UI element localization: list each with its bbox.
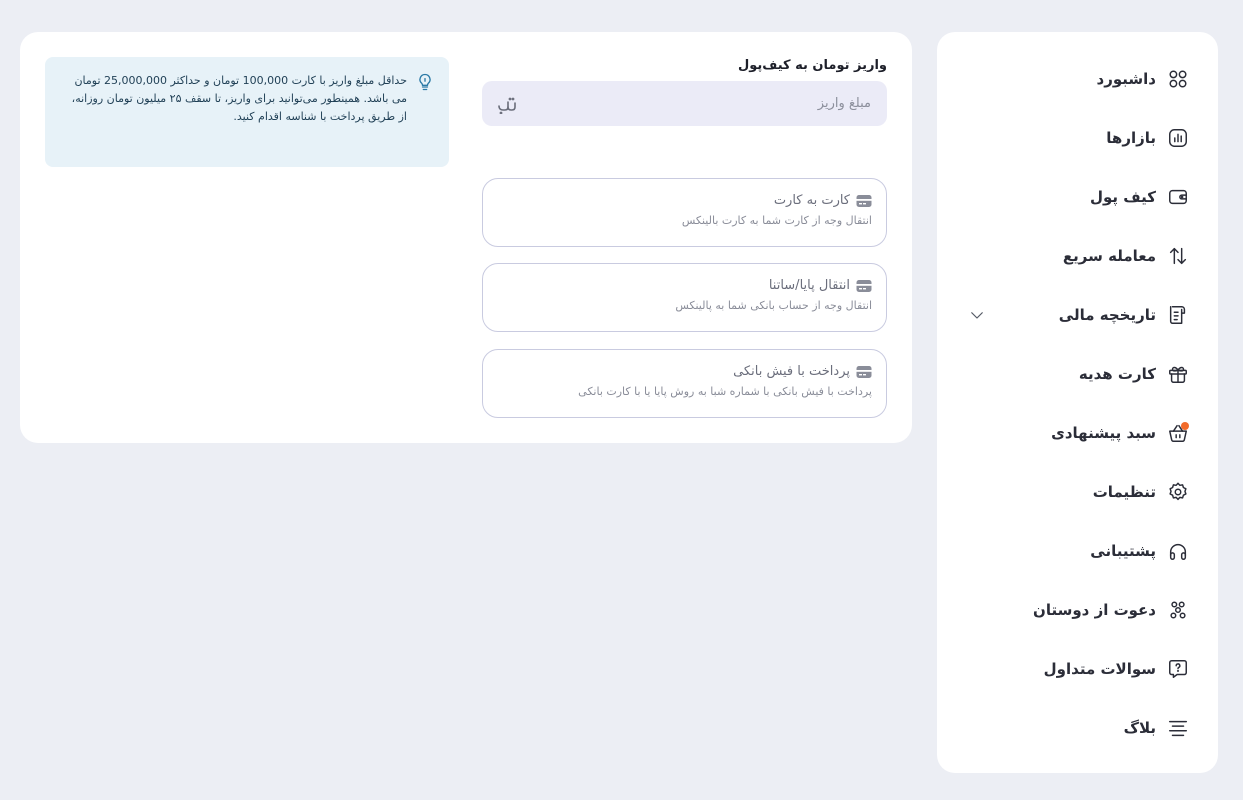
gear-icon — [1166, 480, 1190, 504]
gift-icon — [1166, 362, 1190, 386]
method-card-to-card[interactable]: کارت به کارت انتقال وجه از کارت شما به ک… — [482, 178, 887, 247]
method-description: انتقال وجه از حساب بانکی شما به پالینکس — [675, 299, 872, 312]
chevron-down-icon[interactable] — [967, 305, 987, 325]
method-title: کارت به کارت — [773, 193, 850, 208]
page-title: واریز تومان به کیف‌پول — [737, 58, 887, 73]
deposit-form: واریز تومان به کیف‌پول — [482, 58, 887, 126]
sidebar-item-invite-friends[interactable]: دعوت از دوستان — [937, 580, 1218, 639]
sidebar-item-label: تنظیمات — [1092, 482, 1156, 501]
method-title: انتقال پایا/ساتنا — [768, 278, 850, 293]
info-text: حداقل مبلغ واریز با کارت 100,000 تومان و… — [71, 74, 407, 123]
dashboard-icon — [1166, 67, 1190, 91]
sidebar-item-label: داشبورد — [1096, 69, 1156, 88]
card-icon — [856, 365, 872, 379]
sidebar-item-suggested-basket[interactable]: سبد پیشنهادی — [937, 403, 1218, 462]
lightbulb-icon — [415, 72, 435, 92]
sidebar-item-quick-trade[interactable]: معامله سریع — [937, 226, 1218, 285]
sidebar-item-label: بلاگ — [1123, 718, 1156, 737]
notification-badge — [1181, 421, 1189, 430]
markets-chart-icon — [1166, 126, 1190, 150]
sidebar-item-dashboard[interactable]: داشبورد — [937, 49, 1218, 108]
referral-icon — [1166, 598, 1190, 622]
card-icon — [856, 194, 872, 208]
sidebar-item-label: دعوت از دوستان — [1033, 600, 1156, 619]
sidebar-item-settings[interactable]: تنظیمات — [937, 462, 1218, 521]
sidebar-item-blog[interactable]: بلاگ — [937, 698, 1218, 757]
question-bubble-icon — [1166, 657, 1190, 681]
sidebar-item-label: تاریخچه مالی — [1058, 305, 1156, 324]
card-icon — [856, 279, 872, 293]
headphones-icon — [1166, 539, 1190, 563]
sidebar-item-label: کارت هدیه — [1078, 364, 1156, 383]
sidebar-item-financial-history[interactable]: تاریخچه مالی — [937, 285, 1218, 344]
method-paya-satna[interactable]: انتقال پایا/ساتنا انتقال وجه از حساب بان… — [482, 263, 887, 332]
sidebar-item-label: سبد پیشنهادی — [1051, 423, 1156, 442]
sidebar-item-label: پشتیبانی — [1090, 541, 1156, 560]
receipt-icon — [1166, 303, 1190, 327]
method-description: پرداخت با فیش بانکی با شماره شبا به روش … — [578, 385, 872, 398]
sidebar-item-gift-card[interactable]: کارت هدیه — [937, 344, 1218, 403]
sidebar-item-support[interactable]: پشتیبانی — [937, 521, 1218, 580]
swap-arrows-icon — [1166, 244, 1190, 268]
sidebar-item-wallet[interactable]: کیف پول — [937, 167, 1218, 226]
method-title: پرداخت با فیش بانکی — [733, 364, 850, 379]
sidebar: داشبورد بازارها کیف پول معامله سریع تاری… — [937, 32, 1218, 773]
sidebar-item-faq[interactable]: سوالات متداول — [937, 639, 1218, 698]
sidebar-item-label: بازارها — [1106, 128, 1156, 147]
toman-icon — [496, 94, 520, 114]
sidebar-item-markets[interactable]: بازارها — [937, 108, 1218, 167]
sidebar-item-label: کیف پول — [1090, 187, 1156, 206]
info-box: حداقل مبلغ واریز با کارت 100,000 تومان و… — [45, 57, 449, 167]
amount-field[interactable] — [482, 81, 887, 126]
basket-icon — [1166, 421, 1190, 445]
method-bank-receipt[interactable]: پرداخت با فیش بانکی پرداخت با فیش بانکی … — [482, 349, 887, 418]
deposit-card: واریز تومان به کیف‌پول کارت به کارت انتق… — [20, 32, 912, 443]
sidebar-item-label: سوالات متداول — [1043, 659, 1156, 678]
sidebar-item-label: معامله سریع — [1062, 246, 1156, 265]
amount-input[interactable] — [571, 96, 871, 111]
method-description: انتقال وجه از کارت شما به کارت بالینکس — [681, 214, 872, 227]
blog-lines-icon — [1166, 716, 1190, 740]
wallet-icon — [1166, 185, 1190, 209]
